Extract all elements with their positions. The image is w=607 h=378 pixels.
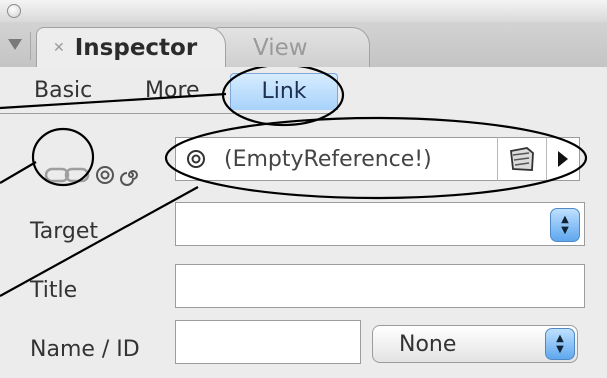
- tab-close-icon[interactable]: ✕: [53, 40, 65, 56]
- reference-field[interactable]: (EmptyReference!): [175, 137, 580, 181]
- dropdown-stepper-icon[interactable]: ▲ ▼: [550, 208, 580, 242]
- subtab-basic[interactable]: Basic: [34, 73, 92, 109]
- stepper-down-glyph: ▼: [556, 344, 564, 355]
- link-type-icons: [44, 155, 142, 195]
- divider: [497, 137, 498, 181]
- target-combobox[interactable]: ▲ ▼: [175, 202, 585, 246]
- stepper-up-glyph: ▲: [556, 333, 564, 344]
- subtab-more[interactable]: More: [145, 73, 200, 109]
- inspector-subtabs: Basic More Link: [0, 67, 338, 114]
- tab-view[interactable]: View: [212, 27, 370, 67]
- name-id-label: Name / ID: [30, 337, 140, 362]
- browse-folder-icon[interactable]: [507, 145, 537, 173]
- at-icon: [184, 147, 210, 171]
- window-titlebar: [0, 0, 607, 23]
- target-label: Target: [30, 219, 99, 244]
- title-label: Title: [30, 278, 78, 303]
- tab-separator: [30, 32, 31, 60]
- play-arrow-icon[interactable]: [555, 148, 571, 170]
- subtab-link[interactable]: Link: [230, 73, 338, 110]
- window-tab-row: ✕ Inspector View: [0, 22, 607, 68]
- stepper-up-glyph: ▲: [561, 214, 569, 225]
- name-id-field[interactable]: [175, 320, 361, 364]
- spiral-icon[interactable]: [120, 164, 142, 186]
- divider: [546, 137, 547, 181]
- name-type-select[interactable]: None ▲ ▼: [372, 325, 578, 363]
- tab-inspector[interactable]: ✕ Inspector: [36, 27, 226, 67]
- selected-value: None: [399, 332, 457, 357]
- tab-label: Inspector: [74, 34, 198, 61]
- collapse-triangle-icon[interactable]: [8, 39, 22, 50]
- window-close-button[interactable]: [7, 4, 21, 18]
- tab-label: View: [253, 34, 308, 61]
- chain-icon[interactable]: [44, 165, 90, 185]
- inspector-panel: Basic More Link (EmptyReference!) Target…: [0, 67, 607, 378]
- title-field[interactable]: [175, 264, 585, 308]
- dropdown-stepper-icon[interactable]: ▲ ▼: [545, 328, 575, 360]
- at-icon[interactable]: [94, 164, 116, 186]
- reference-value: (EmptyReference!): [224, 146, 432, 172]
- stepper-down-glyph: ▼: [561, 225, 569, 236]
